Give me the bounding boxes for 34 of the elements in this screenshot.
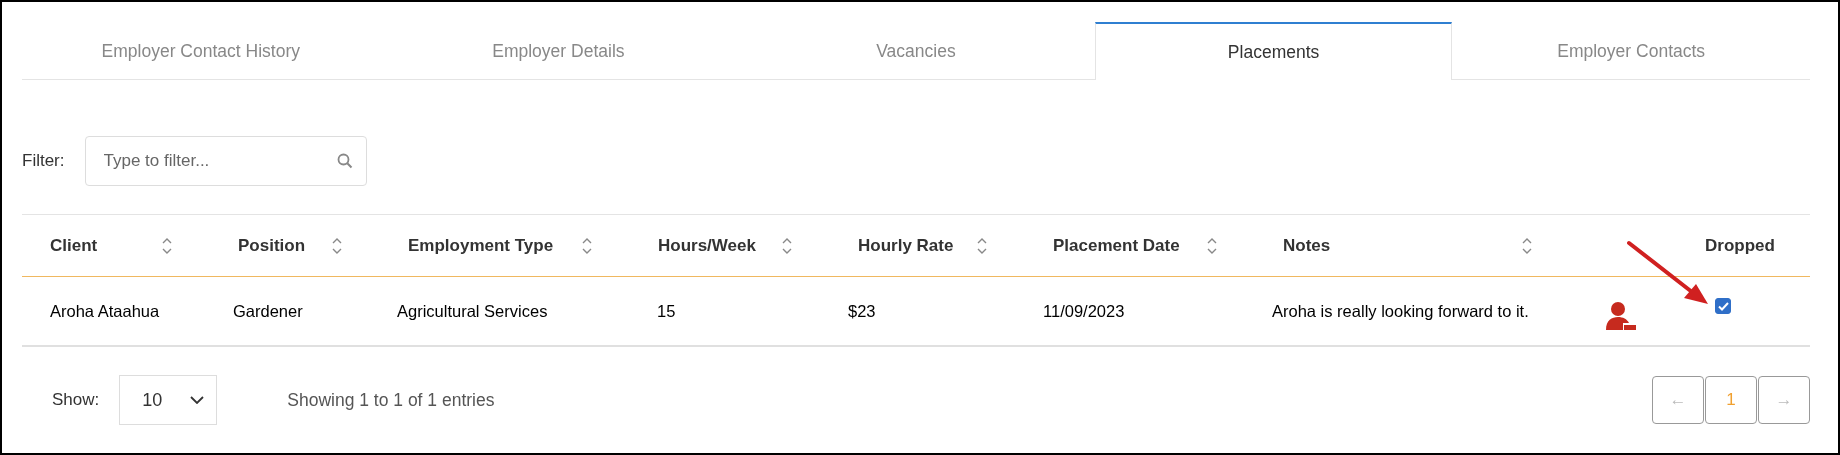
- show-label: Show:: [52, 390, 100, 410]
- sort-icon[interactable]: [332, 236, 342, 255]
- previous-button[interactable]: ←: [1652, 376, 1704, 424]
- next-button[interactable]: →: [1758, 376, 1810, 424]
- column-header: Client: [50, 235, 98, 256]
- sort-icon[interactable]: [582, 236, 592, 255]
- sort-icon[interactable]: [1207, 236, 1217, 255]
- entries-info: Showing 1 to 1 of 1 entries: [287, 389, 495, 411]
- column-header: Position: [238, 235, 306, 256]
- sort-icon[interactable]: [1522, 236, 1532, 255]
- column-header: Hourly Rate: [858, 235, 954, 256]
- chevron-icon: [190, 396, 205, 404]
- column-header: Placement Date: [1053, 235, 1180, 256]
- page-button[interactable]: 1: [1705, 376, 1757, 424]
- checkbox[interactable]: [1715, 298, 1731, 314]
- column-header: Employment Type: [408, 235, 554, 256]
- sort-icon[interactable]: [782, 236, 792, 255]
- search-icon: [336, 153, 353, 169]
- table-cell-text: Gardener: [232, 301, 304, 321]
- table-cell-text: 11/09/2023: [1042, 301, 1126, 321]
- tab[interactable]: Placements: [1094, 22, 1453, 80]
- column-header: Notes: [1283, 235, 1331, 256]
- sort-icon[interactable]: [977, 236, 987, 255]
- table-cell-text: Aroha Ataahua: [49, 301, 161, 321]
- filter-label: Filter:: [22, 151, 65, 171]
- table-cell-text: Agricultural Services: [396, 301, 549, 321]
- column-header: Dropped: [1705, 235, 1775, 256]
- table-cell-text: $23: [847, 301, 877, 321]
- table-cell-text: 15: [656, 301, 677, 321]
- table-cell-text: Aroha is really looking forward to it.: [1271, 301, 1530, 321]
- page-size-select[interactable]: 10: [119, 375, 218, 425]
- column-header: Hours/Week: [658, 235, 756, 256]
- sort-icon[interactable]: [162, 236, 172, 255]
- filter-field[interactable]: Type to filter...: [84, 136, 367, 186]
